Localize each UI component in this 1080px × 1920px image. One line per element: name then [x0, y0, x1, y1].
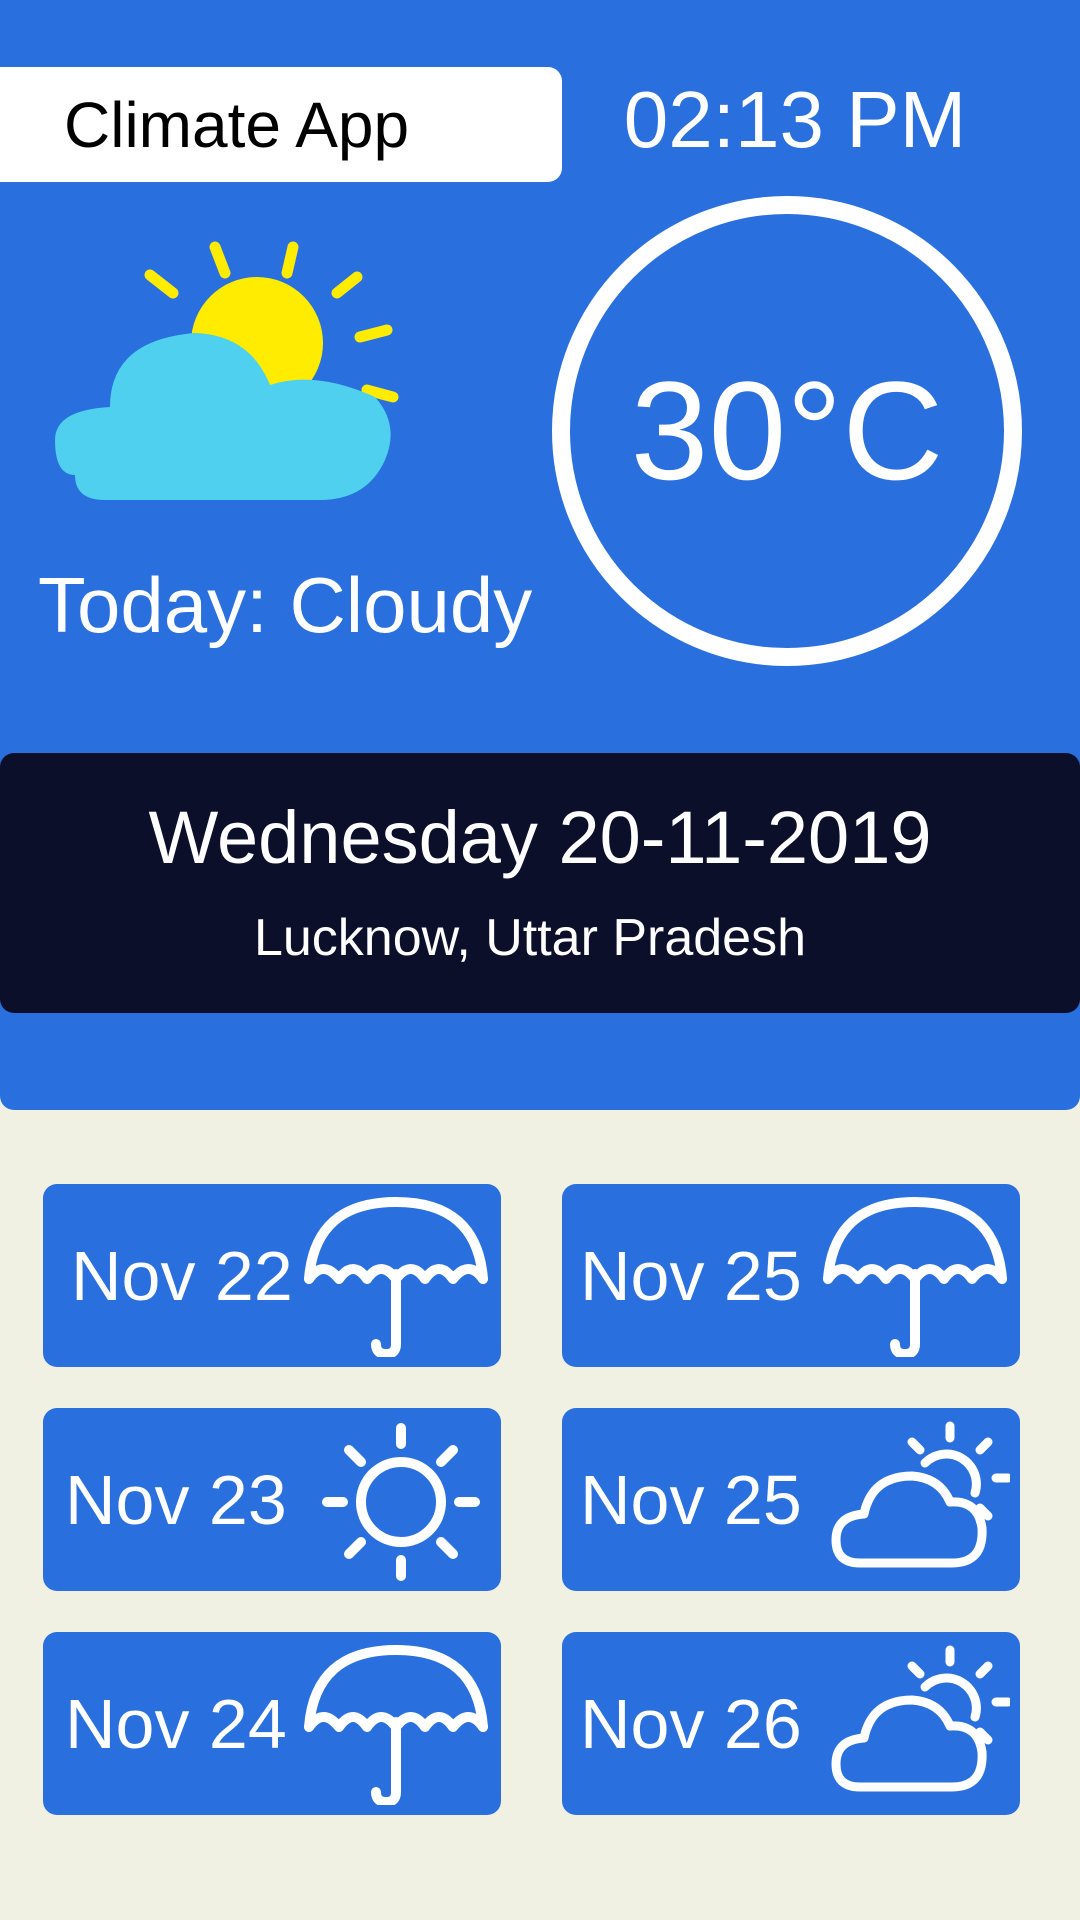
- forecast-day-label: Nov 25: [580, 1460, 802, 1539]
- forecast-card-3[interactable]: Nov 23: [43, 1408, 501, 1591]
- umbrella-icon: [304, 1197, 488, 1357]
- partly-cloudy-icon: [831, 1421, 1010, 1568]
- forecast-card-1[interactable]: Nov 22: [43, 1184, 501, 1367]
- forecast-card-5[interactable]: Nov 24: [43, 1632, 501, 1815]
- header-panel: Climate App 02:13 PM Today: Cloudy 30°C …: [0, 0, 1080, 1110]
- sun-behind-cloud-icon: [55, 241, 399, 500]
- current-location: Lucknow, Uttar Pradesh: [253, 909, 807, 967]
- date-location-card: Wednesday 20-11-2019 Lucknow, Uttar Prad…: [0, 753, 1080, 1013]
- today-condition-label: Today: Cloudy: [38, 561, 533, 649]
- forecast-day-label: Nov 26: [580, 1684, 802, 1763]
- forecast-day-label: Nov 22: [71, 1236, 293, 1315]
- app-title-box: Climate App: [0, 67, 562, 182]
- umbrella-icon: [823, 1197, 1007, 1357]
- forecast-card-6[interactable]: Nov 26: [562, 1632, 1020, 1815]
- partly-cloudy-icon: [831, 1645, 1010, 1792]
- sun-icon: [322, 1423, 480, 1581]
- forecast-day-label: Nov 25: [580, 1236, 802, 1315]
- umbrella-icon: [304, 1645, 488, 1805]
- app-title: Climate App: [64, 88, 410, 161]
- current-date: Wednesday 20-11-2019: [148, 796, 932, 879]
- temperature-value: 30°C: [630, 352, 944, 509]
- temperature-ring: 30°C: [552, 196, 1022, 666]
- forecast-card-4[interactable]: Nov 25: [562, 1408, 1020, 1591]
- forecast-day-label: Nov 24: [65, 1684, 287, 1763]
- forecast-day-label: Nov 23: [65, 1460, 287, 1539]
- forecast-card-2[interactable]: Nov 25: [562, 1184, 1020, 1367]
- clock-time: 02:13 PM: [623, 75, 967, 164]
